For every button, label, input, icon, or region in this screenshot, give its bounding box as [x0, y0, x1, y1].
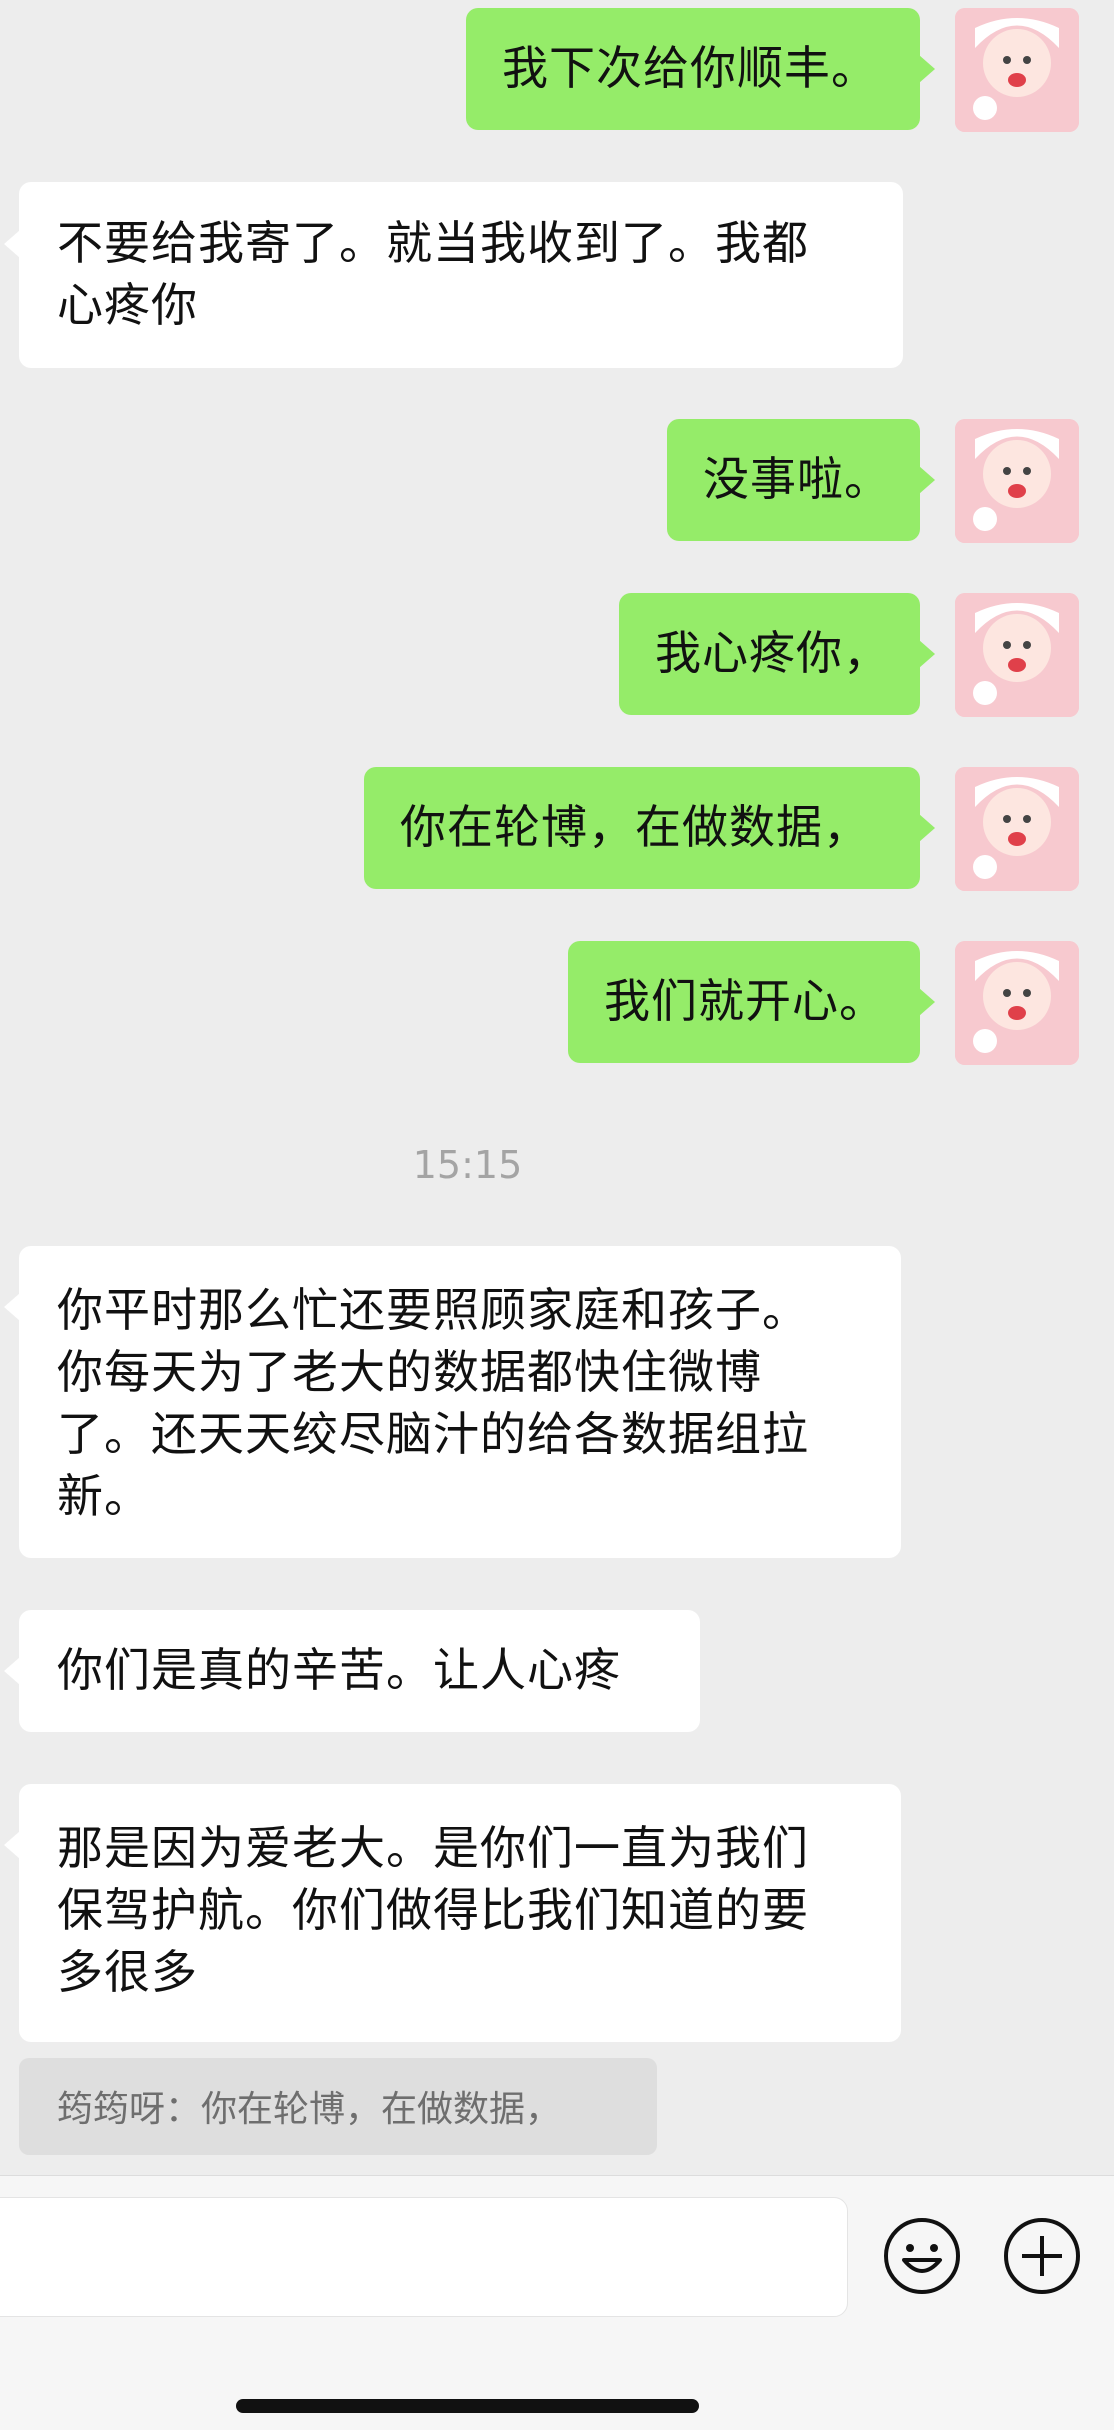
avatar[interactable] [955, 767, 1079, 891]
bubble-tail [919, 466, 935, 494]
message-bubble[interactable]: 没事啦。 [667, 419, 920, 541]
message-bubble[interactable]: 你平时那么忙还要照顾家庭和孩子。 你每天为了老大的数据都快住微博 了。还天天绞尽… [19, 1246, 901, 1558]
message-bubble[interactable]: 你在轮博，在做数据， [364, 767, 920, 889]
avatar[interactable] [955, 593, 1079, 717]
message-bubble[interactable]: 那是因为爱老大。是你们一直为我们 保驾护航。你们做得比我们知道的要 多很多 [19, 1784, 901, 2042]
bubble-tail [919, 988, 935, 1016]
emoji-face-icon[interactable] [882, 2216, 962, 2296]
message-bubble[interactable]: 我们就开心。 [568, 941, 920, 1063]
bubble-tail [919, 814, 935, 842]
plus-circle-icon[interactable] [1002, 2216, 1082, 2296]
avatar[interactable] [955, 419, 1079, 543]
bubble-tail [4, 1657, 20, 1685]
home-indicator [236, 2399, 699, 2413]
bubble-tail [4, 1831, 20, 1859]
chat-timestamp: 15:15 [412, 1143, 523, 1187]
message-bubble[interactable]: 不要给我寄了。就当我收到了。我都 心疼你 [19, 182, 903, 368]
avatar[interactable] [955, 941, 1079, 1065]
bubble-tail [919, 640, 935, 668]
message-bubble[interactable]: 你们是真的辛苦。让人心疼 [19, 1610, 700, 1732]
message-bubble[interactable]: 我心疼你， [619, 593, 920, 715]
message-bubble[interactable]: 我下次给你顺丰。 [466, 8, 920, 130]
bubble-tail [919, 55, 935, 83]
message-input[interactable] [0, 2197, 848, 2317]
avatar[interactable] [955, 8, 1079, 132]
bubble-tail [4, 1293, 20, 1321]
input-bar [0, 2175, 1114, 2430]
bubble-tail [4, 230, 20, 258]
quoted-message[interactable]: 筠筠呀：你在轮博，在做数据， [19, 2058, 657, 2155]
